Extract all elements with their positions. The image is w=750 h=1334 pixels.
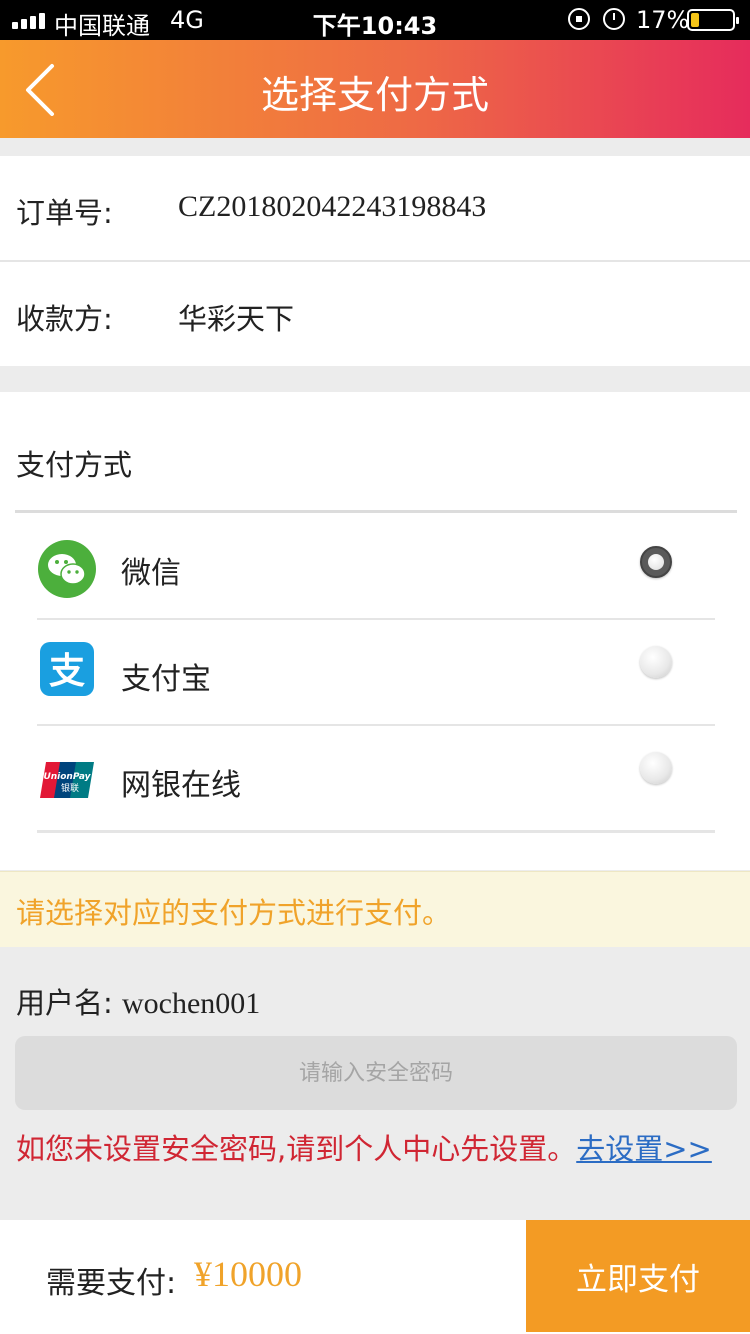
svg-text:支: 支: [49, 651, 85, 692]
warning-text: 如您未设置安全密码,请到个人中心先设置。: [16, 1132, 577, 1166]
payment-option-label: 微信: [121, 556, 181, 591]
payee-value: 华彩天下: [178, 302, 295, 336]
payment-section-title: 支付方式: [16, 448, 133, 482]
divider: [0, 260, 750, 262]
status-bar: 中国联通 4G 下午10:43 17%: [0, 0, 750, 40]
pay-now-button[interactable]: 立即支付: [526, 1220, 750, 1332]
setup-link[interactable]: 去设置>>: [576, 1132, 712, 1166]
notice-bar: 请选择对应的支付方式进行支付。: [0, 871, 750, 947]
order-info-card: 订单号: CZ20180204224319884З 收款方: 华彩天下: [0, 156, 750, 366]
username-label: 用户名:: [16, 986, 113, 1020]
payee-label: 收款方:: [16, 302, 113, 336]
password-warning: 如您未设置安全密码,请到个人中心先设置。去设置>>: [16, 1126, 712, 1168]
amount-label: 需要支付:: [46, 1266, 177, 1301]
orientation-lock-icon: [568, 8, 590, 30]
divider: [15, 510, 737, 513]
checkout-footer: 需要支付: ¥10000 立即支付: [0, 1220, 750, 1334]
svg-text:银联: 银联: [61, 782, 79, 794]
wechat-icon: [38, 540, 96, 598]
payment-method-card: 支付方式 微信 支 支付宝 UnionPay 银联 网银在线: [0, 392, 750, 870]
alarm-icon: [603, 8, 625, 30]
divider: [37, 830, 715, 833]
payment-option-label: 网银在线: [121, 768, 241, 803]
security-password-input[interactable]: [15, 1036, 737, 1110]
payment-option-wechat[interactable]: 微信: [0, 514, 750, 620]
nav-bar: 选择支付方式: [0, 40, 750, 138]
radio-unselected[interactable]: [640, 752, 672, 784]
order-number-value: CZ20180204224319884З: [178, 190, 487, 223]
unionpay-icon: UnionPay 银联: [40, 762, 94, 798]
radio-selected[interactable]: [640, 546, 672, 578]
payment-option-unionpay[interactable]: UnionPay 银联 网银在线: [0, 726, 750, 832]
alipay-icon: 支: [40, 642, 94, 696]
battery-percent: 17%: [636, 6, 690, 34]
notice-text: 请选择对应的支付方式进行支付。: [16, 896, 452, 930]
order-number-label: 订单号:: [16, 196, 113, 230]
amount-value: ¥10000: [194, 1254, 302, 1294]
radio-unselected[interactable]: [640, 646, 672, 678]
battery-icon: [687, 9, 739, 31]
payment-option-alipay[interactable]: 支 支付宝: [0, 620, 750, 726]
username-value: wochen001: [122, 987, 261, 1020]
payment-option-label: 支付宝: [121, 662, 211, 697]
username-row: 用户名: wochen001: [16, 980, 260, 1022]
page-title: 选择支付方式: [260, 73, 489, 117]
svg-text:UnionPay: UnionPay: [43, 772, 91, 782]
